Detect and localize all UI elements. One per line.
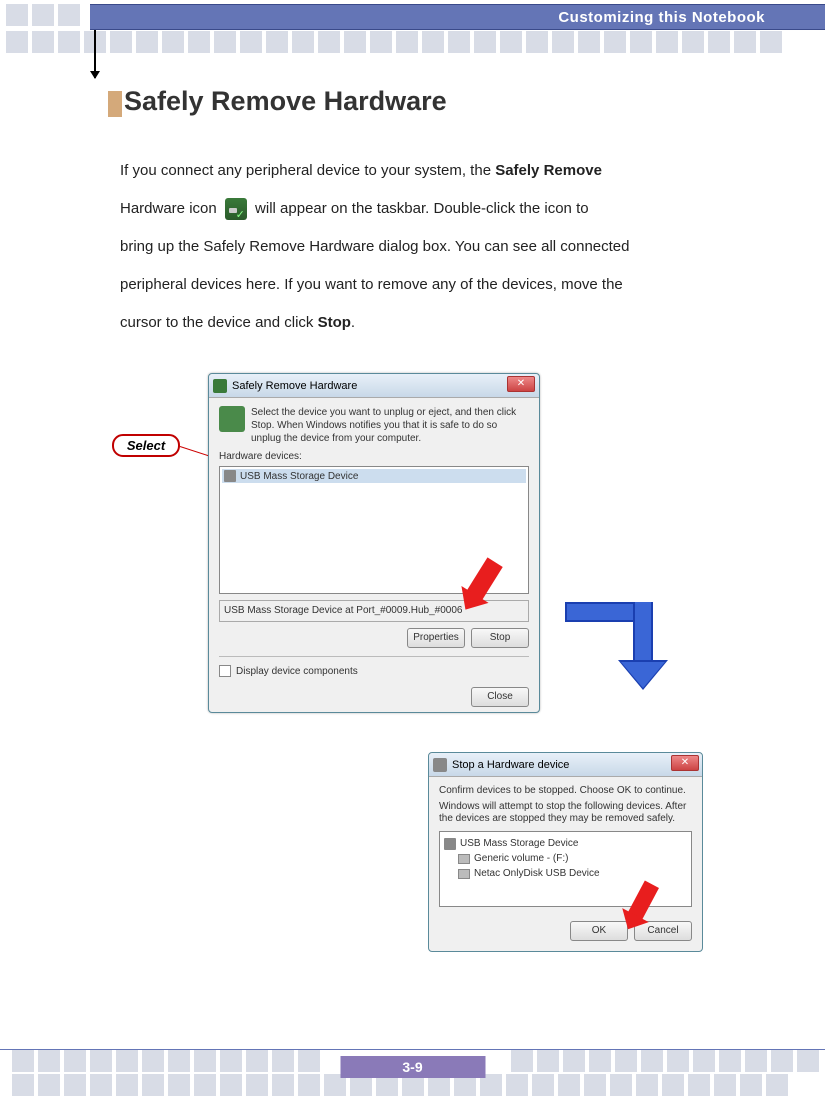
dialog-title: Safely Remove Hardware — [232, 380, 357, 392]
section-heading-text: Safely Remove Hardware — [124, 86, 447, 116]
dialog-instruction: Select the device you want to unplug or … — [251, 406, 529, 445]
tree-item-usb[interactable]: USB Mass Storage Device — [444, 836, 687, 851]
hardware-devices-label: Hardware devices: — [219, 451, 529, 462]
dialog2-app-icon — [433, 758, 447, 772]
dialog-titlebar: Safely Remove Hardware ✕ — [209, 374, 539, 398]
tree-item-volume[interactable]: Generic volume - (F:) — [444, 851, 687, 866]
info-icon — [219, 406, 245, 432]
properties-button[interactable]: Properties — [407, 628, 465, 648]
disk-icon — [458, 869, 470, 879]
device-item-label: USB Mass Storage Device — [240, 471, 358, 482]
chapter-header: Customizing this Notebook — [90, 4, 825, 30]
section-heading: Safely Remove Hardware — [108, 86, 447, 117]
display-components-checkbox[interactable] — [219, 665, 231, 677]
confirm-text-1: Confirm devices to be stopped. Choose OK… — [439, 785, 692, 796]
dialog2-titlebar: Stop a Hardware device ✕ — [429, 753, 702, 777]
confirm-text-2: Windows will attempt to stop the followi… — [439, 801, 692, 825]
display-components-label: Display device components — [236, 666, 358, 677]
close-icon[interactable]: ✕ — [671, 755, 699, 771]
drive-icon — [458, 854, 470, 864]
stop-hardware-device-dialog: Stop a Hardware device ✕ Confirm devices… — [428, 752, 703, 952]
dialog2-title: Stop a Hardware device — [452, 759, 569, 771]
close-button[interactable]: Close — [471, 687, 529, 707]
close-icon[interactable]: ✕ — [507, 376, 535, 392]
device-list-item[interactable]: USB Mass Storage Device — [222, 469, 526, 483]
safely-remove-hardware-dialog: Safely Remove Hardware ✕ Select the devi… — [208, 373, 540, 713]
tree-item-disk[interactable]: Netac OnlyDisk USB Device — [444, 866, 687, 881]
select-callout: Select — [112, 434, 180, 457]
usb-device-icon — [224, 470, 236, 482]
body-paragraph: If you connect any peripheral device to … — [120, 152, 725, 342]
dialog-app-icon — [213, 379, 227, 393]
usb-device-icon — [444, 838, 456, 850]
stop-button[interactable]: Stop — [471, 628, 529, 648]
page-number: 3-9 — [340, 1056, 485, 1078]
safely-remove-tray-icon — [225, 198, 247, 220]
down-arrow-marker — [94, 30, 96, 78]
